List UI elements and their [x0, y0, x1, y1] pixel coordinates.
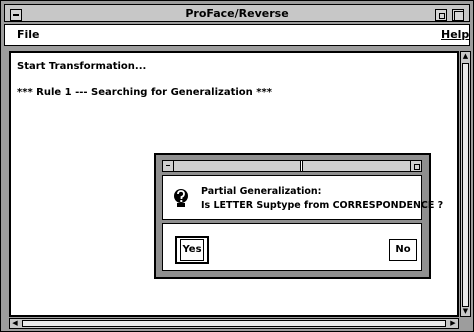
vertical-scroll-thumb[interactable]: [462, 63, 469, 307]
log-line: Start Transformation...: [17, 61, 147, 72]
title-bar[interactable]: ProFace/Reverse: [4, 4, 470, 22]
dialog-message-area: Partial Generalization: Is LETTER Suptyp…: [162, 175, 443, 220]
menu-help[interactable]: Help: [437, 25, 473, 45]
main-window: ProFace/Reverse File Help Start Transfor…: [0, 0, 474, 332]
horizontal-scroll-thumb[interactable]: [22, 320, 446, 327]
scroll-down-arrow-icon[interactable]: ▼: [461, 307, 470, 316]
dialog-menu-button[interactable]: [162, 160, 174, 172]
dialog-message-heading: Partial Generalization:: [201, 186, 322, 197]
dialog-drag-handle[interactable]: [300, 161, 303, 171]
default-button-frame: Yes: [175, 236, 209, 264]
scroll-right-arrow-icon[interactable]: ▶: [448, 319, 458, 328]
menu-file[interactable]: File: [13, 25, 44, 45]
maximize-button[interactable]: [452, 9, 464, 21]
yes-button[interactable]: Yes: [180, 239, 204, 261]
generalization-dialog: Partial Generalization: Is LETTER Suptyp…: [154, 153, 443, 279]
dialog-maximize-button[interactable]: [410, 160, 422, 172]
window-title: ProFace/Reverse: [185, 7, 289, 20]
menu-bar: File Help: [4, 24, 470, 46]
minimize-button[interactable]: [435, 9, 447, 21]
scroll-left-arrow-icon[interactable]: ◀: [10, 319, 20, 328]
no-button[interactable]: No: [389, 239, 417, 261]
horizontal-scrollbar[interactable]: ◀ ▶: [9, 318, 459, 329]
dialog-message-question: Is LETTER Suptype from CORRESPONDENCE ?: [201, 200, 444, 211]
vertical-scrollbar[interactable]: ▲ ▼: [460, 51, 471, 317]
scroll-up-arrow-icon[interactable]: ▲: [461, 52, 470, 61]
dialog-title-bar[interactable]: [162, 160, 422, 172]
question-icon: [174, 189, 188, 207]
log-line: *** Rule 1 --- Searching for Generalizat…: [17, 87, 272, 98]
dialog-button-area: Yes No: [162, 223, 422, 271]
